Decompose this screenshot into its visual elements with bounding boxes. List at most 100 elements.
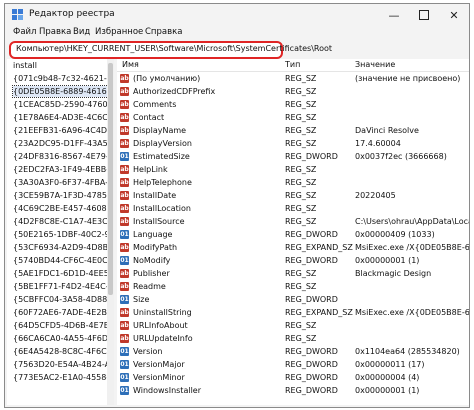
- tree-item[interactable]: {60F72AE6-7ADE-4E2B-98E8: [13, 307, 107, 318]
- minimize-button[interactable]: —: [379, 4, 409, 26]
- tree-item[interactable]: {7563D20-E54A-4B24-A6B: [13, 359, 107, 370]
- menu-file[interactable]: Файл: [13, 27, 36, 37]
- table-row[interactable]: ab Publisher REG_SZ Blackmagic Design: [117, 268, 469, 279]
- value-name: Publisher: [133, 269, 170, 278]
- string-value-icon: ab: [120, 139, 129, 148]
- tree-item[interactable]: {3A30A3F0-6F37-4FBA-BBB: [13, 177, 107, 188]
- maximize-icon: [419, 10, 429, 20]
- table-row[interactable]: ab HelpLink REG_SZ: [117, 164, 469, 175]
- value-name: Readme: [133, 282, 166, 291]
- table-row[interactable]: ab UninstallString REG_EXPAND_SZ MsiExec.ex…: [117, 307, 469, 318]
- tree-item[interactable]: {1CEAC85D-2590-4760-800F-: [13, 99, 107, 110]
- value-name: HelpTelephone: [133, 178, 192, 187]
- table-row[interactable]: ab URLInfoAbout REG_SZ: [117, 320, 469, 331]
- column-header-value[interactable]: Значение: [355, 60, 395, 69]
- table-row[interactable]: ab Comments REG_SZ: [117, 99, 469, 110]
- table-row[interactable]: 01 Language REG_DWORD 0x00000409 (1033): [117, 229, 469, 240]
- table-row[interactable]: ab (По умолчанию) REG_SZ (значение не присв…: [117, 73, 469, 84]
- table-row[interactable]: ab DisplayName REG_SZ DaVinci Resolve: [117, 125, 469, 136]
- tree-item[interactable]: {23A2DC95-D1FF-43A5-8EC9: [13, 138, 107, 149]
- table-row[interactable]: ab InstallSource REG_SZ C:\Users\ohrau\AppD…: [117, 216, 469, 227]
- close-button[interactable]: ✕: [439, 4, 469, 26]
- dword-value-icon: 01: [120, 373, 129, 382]
- value-type: REG_SZ: [285, 100, 317, 109]
- menu-help[interactable]: Справка: [145, 27, 182, 37]
- value-name: Version: [133, 347, 163, 356]
- value-type: REG_SZ: [285, 204, 317, 213]
- table-row[interactable]: ab ModifyPath REG_EXPAND_SZ MsiExec.exe /X{…: [117, 242, 469, 253]
- tree-item[interactable]: {66CA6CA0-4A55-4F6D-A3: [13, 333, 107, 344]
- tree-item[interactable]: {64D5CFD5-4D6B-4E7E-B0C: [13, 320, 107, 331]
- tree-item[interactable]: {21EEFB31-6A96-4C4D-8AAB: [13, 125, 107, 136]
- value-type: REG_DWORD: [285, 360, 338, 369]
- string-value-icon: ab: [120, 100, 129, 109]
- address-bar[interactable]: Компьютер\HKEY_CURRENT_USER\Software\Mic…: [9, 41, 332, 59]
- value-type: REG_DWORD: [285, 386, 338, 395]
- string-value-icon: ab: [120, 126, 129, 135]
- tree-scrollbar[interactable]: [107, 59, 114, 405]
- string-value-icon: ab: [120, 204, 129, 213]
- menu-favorites[interactable]: Избранное: [95, 27, 143, 37]
- address-path[interactable]: Компьютер\HKEY_CURRENT_USER\Software\Mic…: [16, 44, 332, 53]
- tree-item[interactable]: {5AE1FDC1-6D1D-4EE5-A0CA: [13, 268, 107, 279]
- value-name: HelpLink: [133, 165, 168, 174]
- value-name: NoModify: [133, 256, 171, 265]
- table-row[interactable]: ab AuthorizedCDFPrefix REG_SZ: [117, 86, 469, 97]
- value-name: DisplayVersion: [133, 139, 192, 148]
- table-row[interactable]: ab HelpTelephone REG_SZ: [117, 177, 469, 188]
- table-row[interactable]: 01 NoModify REG_DWORD 0x00000001 (1): [117, 255, 469, 266]
- tree-item[interactable]: {5BE1FF71-F4D2-4E4C-B4C: [13, 281, 107, 292]
- value-type: REG_SZ: [285, 113, 317, 122]
- menu-view[interactable]: Вид: [73, 27, 90, 37]
- string-value-icon: ab: [120, 178, 129, 187]
- tree-item[interactable]: {3CE59B7A-1F3D-4785-9DF7: [13, 190, 107, 201]
- menu-edit[interactable]: Правка: [39, 27, 71, 37]
- maximize-button[interactable]: [409, 4, 439, 26]
- value-name: URLUpdateInfo: [133, 334, 193, 343]
- tree-scrollbar-thumb[interactable]: [108, 63, 113, 295]
- table-row[interactable]: 01 EstimatedSize REG_DWORD 0x0037f2ec (3666…: [117, 151, 469, 162]
- tree-item[interactable]: install: [13, 60, 37, 71]
- value-name: Comments: [133, 100, 177, 109]
- table-row[interactable]: ab DisplayVersion REG_SZ 17.4.60004: [117, 138, 469, 149]
- value-type: REG_SZ: [285, 334, 317, 343]
- table-row[interactable]: ab Contact REG_SZ: [117, 112, 469, 123]
- tree-item[interactable]: {24DF8316-8567-4E79-8251-: [13, 151, 107, 162]
- value-name: VersionMajor: [133, 360, 185, 369]
- table-row[interactable]: ab InstallDate REG_SZ 20220405: [117, 190, 469, 201]
- tree-item[interactable]: {2EDC2FA3-1F49-4EBB-9E6B: [13, 164, 107, 175]
- table-row[interactable]: 01 Size REG_DWORD: [117, 294, 469, 305]
- table-row[interactable]: 01 VersionMinor REG_DWORD 0x00000004 (4): [117, 372, 469, 383]
- tree-item[interactable]: {4C69C2BE-E457-4608-B52A: [13, 203, 107, 214]
- value-type: REG_SZ: [285, 74, 317, 83]
- column-header-name[interactable]: Имя: [122, 60, 139, 69]
- value-data: C:\Users\ohrau\AppData\Local\Temp: [355, 217, 469, 226]
- value-data: 0x00000004 (4): [355, 373, 420, 382]
- table-row[interactable]: ab URLUpdateInfo REG_SZ: [117, 333, 469, 344]
- tree-item[interactable]: {5740BD44-CF6C-4E0C-8D0: [13, 255, 107, 266]
- tree-item[interactable]: {5CBFFC04-3A58-4D88-A72A: [13, 294, 107, 305]
- table-row[interactable]: 01 Version REG_DWORD 0x1104ea64 (285534820): [117, 346, 469, 357]
- value-name: DisplayName: [133, 126, 187, 135]
- tree-item[interactable]: {4D2F8C8E-C1A7-4E3C-AB88: [13, 216, 107, 227]
- table-row[interactable]: 01 WindowsInstaller REG_DWORD 0x00000001 (1…: [117, 385, 469, 396]
- tree-item[interactable]: {071c9b48-7c32-4621-a0ac-3f: [13, 73, 107, 84]
- tree-item[interactable]: {53CF6934-A2D9-4D8B-8E7F: [13, 242, 107, 253]
- tree-item-selected[interactable]: {0DE05B8E-6889-4616-8428-8: [12, 85, 107, 98]
- tree-item[interactable]: {6E4A5428-8C8C-4F6C-ADA: [13, 346, 107, 357]
- dword-value-icon: 01: [120, 152, 129, 161]
- regedit-window: Редактор реестра — ✕ Файл Правка Вид Изб…: [4, 3, 470, 408]
- table-row[interactable]: ab InstallLocation REG_SZ: [117, 203, 469, 214]
- string-value-icon: ab: [120, 282, 129, 291]
- values-header: Имя Тип Значение: [117, 59, 469, 72]
- tree-item[interactable]: {773E5AC2-E1A0-4558-B8AF: [13, 372, 107, 383]
- tree-item[interactable]: {50E2165-1DBF-40C2-95A4: [13, 229, 107, 240]
- menu-bar: Файл Правка Вид Избранное Справка: [5, 26, 469, 40]
- title-bar[interactable]: Редактор реестра — ✕: [5, 4, 469, 26]
- value-type: REG_SZ: [285, 269, 317, 278]
- tree-item[interactable]: {1E78A6E4-AD3E-4C6C-ADA2: [13, 112, 107, 123]
- column-header-type[interactable]: Тип: [285, 60, 300, 69]
- table-row[interactable]: 01 VersionMajor REG_DWORD 0x00000011 (17): [117, 359, 469, 370]
- table-row[interactable]: ab Readme REG_SZ: [117, 281, 469, 292]
- dword-value-icon: 01: [120, 360, 129, 369]
